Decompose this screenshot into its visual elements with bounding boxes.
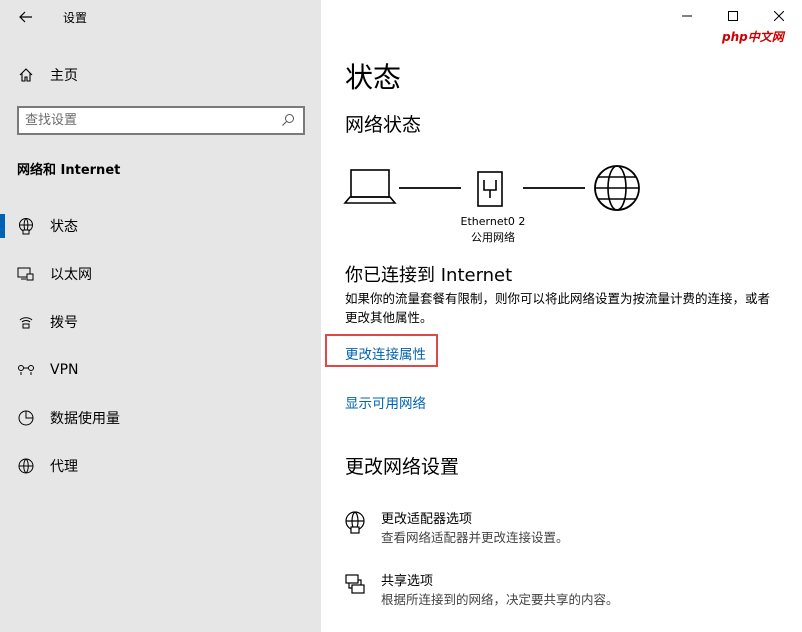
minimize-button[interactable] <box>664 0 710 32</box>
adapter-network-type: 公用网络 <box>471 231 515 244</box>
show-available-networks-link[interactable]: 显示可用网络 <box>345 392 426 412</box>
section-title: 网络和 Internet <box>17 163 121 178</box>
back-arrow-icon <box>19 11 32 23</box>
data-usage-icon <box>16 408 36 428</box>
connected-title: 你已连接到 Internet <box>345 265 513 286</box>
change-network-settings-title: 更改网络设置 <box>345 456 460 478</box>
adapter-label: Ethernet0 2 公用网络 <box>455 214 531 246</box>
sidebar-item-label: 以太网 <box>50 267 92 283</box>
option-title: 更改适配器选项 <box>381 512 473 527</box>
sidebar-item-label: 主页 <box>50 68 78 84</box>
sharing-options[interactable]: 共享选项 根据所连接到的网络，决定要共享的内容。 <box>343 570 763 610</box>
sidebar: 设置 主页 网络和 Internet 状态 以太网 拨号 VPN <box>0 0 321 632</box>
computer-icon <box>343 169 397 204</box>
sharing-icon <box>345 574 365 594</box>
dialup-icon <box>16 312 36 332</box>
internet-globe-icon <box>594 165 640 211</box>
network-status-icon <box>16 216 36 236</box>
page-title: 状态 <box>345 61 402 94</box>
search-box[interactable] <box>17 106 305 135</box>
search-icon <box>282 114 294 126</box>
change-connection-properties-link[interactable]: 更改连接属性 <box>345 343 426 363</box>
sidebar-item-label: 拨号 <box>50 315 78 331</box>
sidebar-item-label: 代理 <box>50 459 78 475</box>
vpn-icon <box>16 360 36 380</box>
option-description: 查看网络适配器并更改连接设置。 <box>381 530 569 545</box>
ethernet-icon <box>16 264 36 284</box>
option-description: 根据所连接到的网络，决定要共享的内容。 <box>381 592 619 607</box>
change-adapter-options[interactable]: 更改适配器选项 查看网络适配器并更改连接设置。 <box>343 508 763 548</box>
sidebar-item-label: 状态 <box>50 219 78 235</box>
option-title: 共享选项 <box>381 574 434 589</box>
close-icon <box>774 11 784 21</box>
back-button[interactable] <box>12 4 40 30</box>
watermark: php中文网 <box>722 30 784 44</box>
sidebar-item-home[interactable]: 主页 <box>0 58 321 92</box>
connected-description: 如果你的流量套餐有限制，则你可以将此网络设置为按流量计费的连接，或者更改其他属性… <box>345 291 771 325</box>
minimize-icon <box>682 15 692 17</box>
app-title: 设置 <box>63 11 88 25</box>
maximize-icon <box>728 11 738 21</box>
ethernet-adapter-icon <box>477 171 503 207</box>
adapter-icon <box>345 511 365 534</box>
sidebar-item-proxy[interactable]: 代理 <box>0 448 321 484</box>
sidebar-item-label: VPN <box>50 362 79 378</box>
sidebar-item-dialup[interactable]: 拨号 <box>0 304 321 340</box>
adapter-name: Ethernet0 2 <box>460 215 526 228</box>
active-indicator <box>0 214 5 238</box>
sidebar-item-status[interactable]: 状态 <box>0 208 321 244</box>
sidebar-item-vpn[interactable]: VPN <box>0 352 321 388</box>
sidebar-item-label: 数据使用量 <box>50 411 120 427</box>
network-status-title: 网络状态 <box>345 114 422 136</box>
search-input[interactable] <box>25 109 275 132</box>
sidebar-item-data-usage[interactable]: 数据使用量 <box>0 400 321 436</box>
home-icon <box>16 65 36 85</box>
sidebar-item-ethernet[interactable]: 以太网 <box>0 256 321 292</box>
globe-icon <box>16 456 36 476</box>
